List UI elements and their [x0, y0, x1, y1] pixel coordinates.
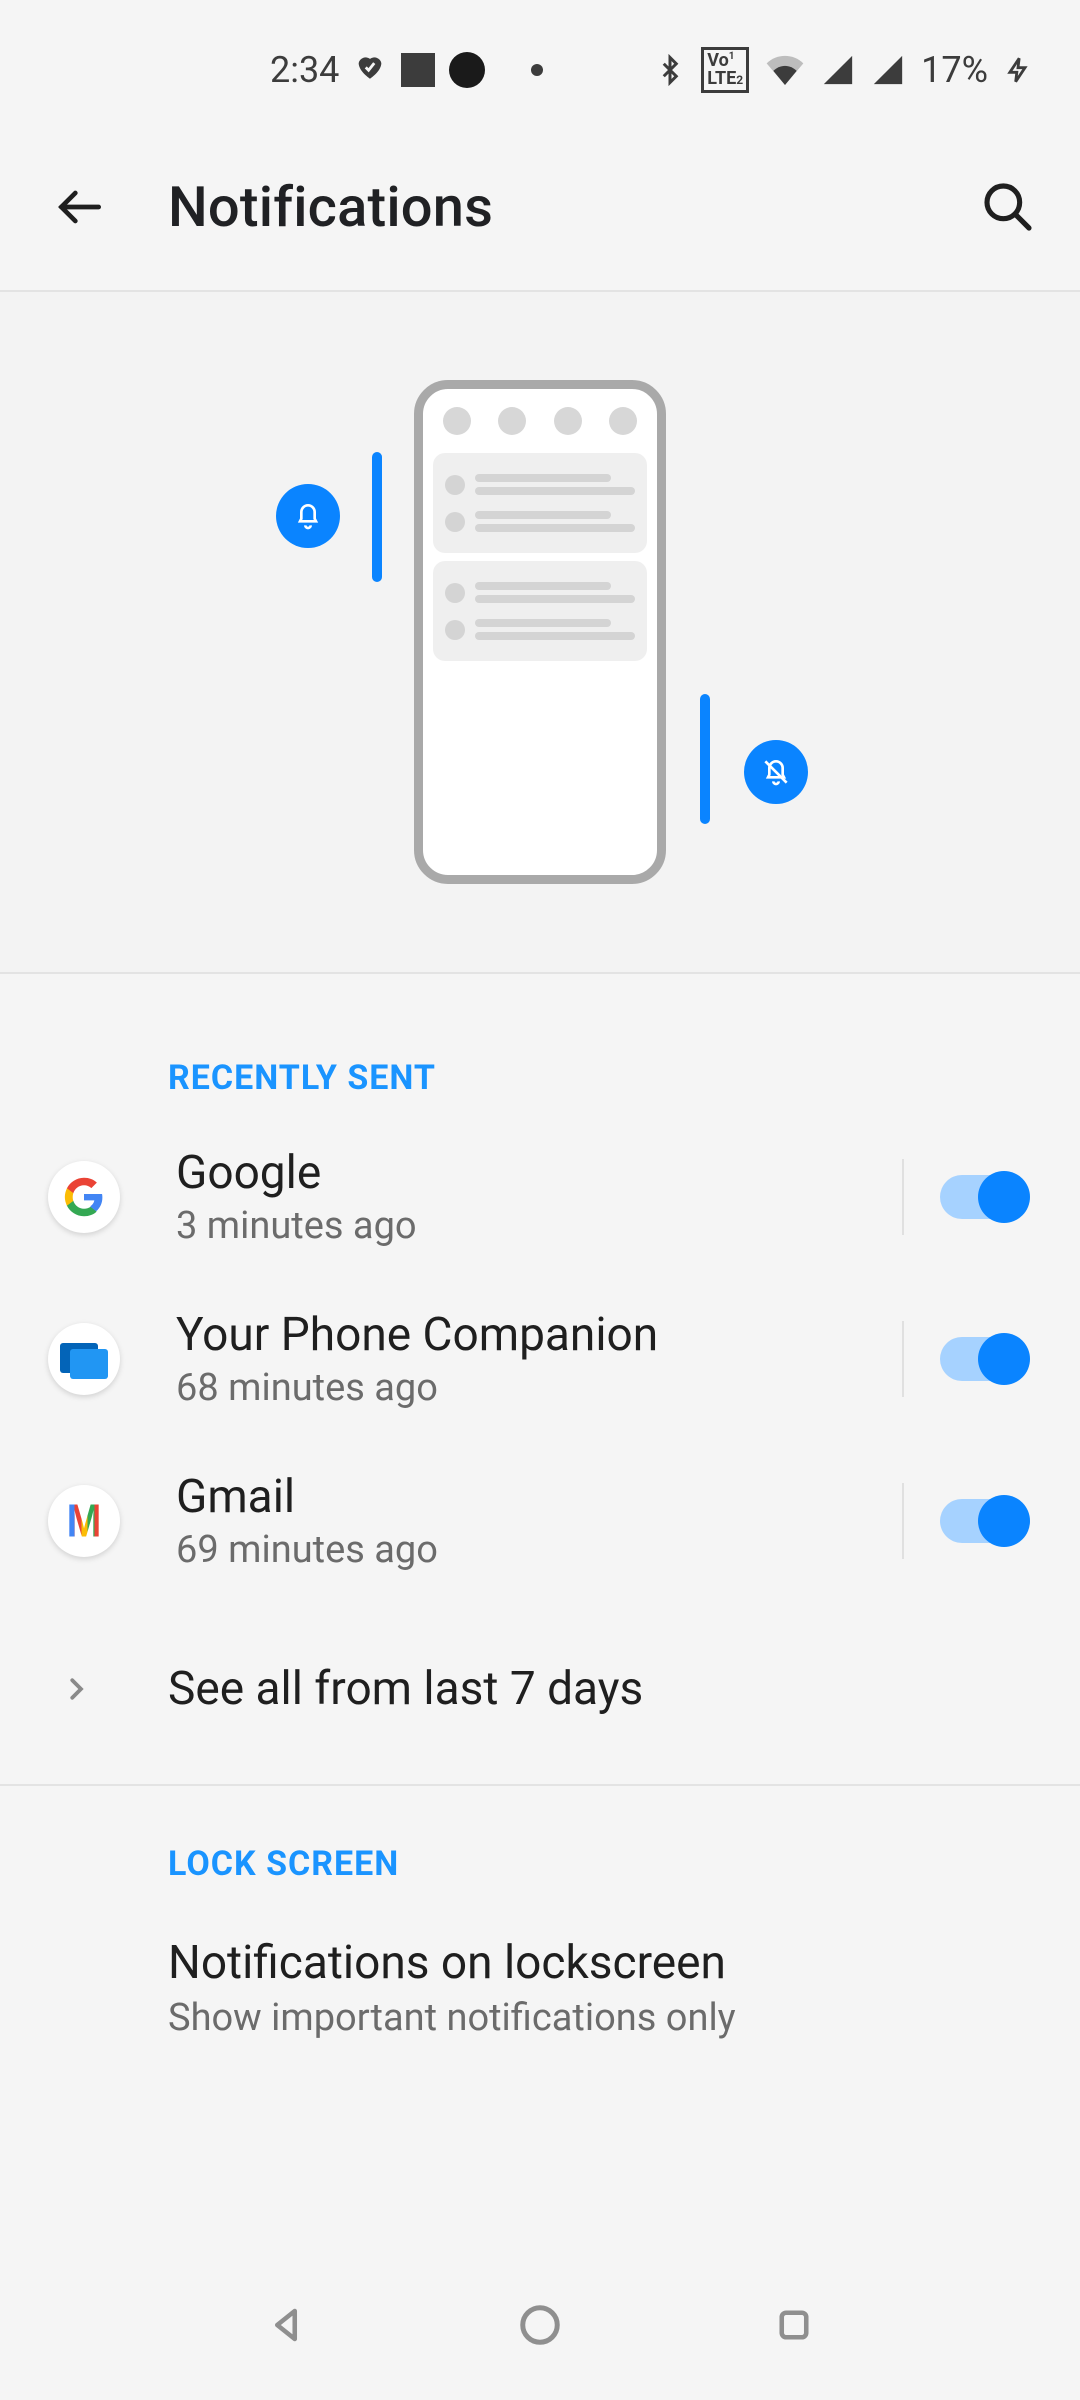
gmail-icon: M	[48, 1485, 120, 1557]
app-row-texts: Google 3 minutes ago	[176, 1146, 892, 1248]
lock-screen-notifications-row[interactable]: Notifications on lockscreen Show importa…	[0, 1902, 1080, 2070]
bluetooth-icon	[655, 50, 685, 90]
battery-percent: 17%	[921, 49, 988, 91]
app-row-sub: 69 minutes ago	[176, 1528, 892, 1572]
see-all-row[interactable]: See all from last 7 days	[0, 1602, 1080, 1780]
dot-big-icon	[449, 52, 485, 88]
indicator-right	[700, 694, 710, 824]
section-lock-screen: LOCK SCREEN	[0, 1786, 1080, 1902]
square-icon	[401, 53, 435, 87]
notification-illustration	[0, 292, 1080, 972]
chevron-right-icon	[56, 1669, 96, 1709]
status-left: 2:34	[270, 49, 543, 92]
indicator-left	[372, 452, 382, 582]
nav-back-button[interactable]	[254, 2293, 318, 2357]
toggle-gmail[interactable]	[940, 1499, 1026, 1543]
app-bar: Notifications	[0, 110, 1080, 290]
search-button[interactable]	[976, 175, 1040, 239]
status-bar: 2:34 Vo1LTE2 17%	[0, 0, 1080, 110]
app-row-gmail[interactable]: M Gmail 69 minutes ago	[0, 1440, 1080, 1602]
nav-recent-button[interactable]	[762, 2293, 826, 2357]
dot-small-icon	[531, 64, 543, 76]
system-nav-bar	[0, 2250, 1080, 2400]
signal-2-icon	[871, 53, 905, 87]
app-row-title: Gmail	[176, 1470, 892, 1524]
lock-screen-section: LOCK SCREEN Notifications on lockscreen …	[0, 1786, 1080, 2110]
bell-off-icon	[744, 740, 808, 804]
divider-vertical	[902, 1159, 904, 1235]
lock-row-sub: Show important notifications only	[168, 1996, 1040, 2040]
heart-icon	[353, 49, 387, 92]
charging-icon	[1004, 50, 1032, 90]
app-row-title: Your Phone Companion	[176, 1308, 892, 1362]
lte-icon: Vo1LTE2	[701, 47, 749, 93]
app-row-texts: Your Phone Companion 68 minutes ago	[176, 1308, 892, 1410]
divider-vertical	[902, 1483, 904, 1559]
section-recently-sent: RECENTLY SENT	[0, 974, 1080, 1116]
app-row-your-phone-companion[interactable]: Your Phone Companion 68 minutes ago	[0, 1278, 1080, 1440]
page-title: Notifications	[168, 174, 976, 240]
app-row-sub: 68 minutes ago	[176, 1366, 892, 1410]
phone-mockup	[414, 380, 666, 884]
google-icon	[48, 1161, 120, 1233]
signal-1-icon	[821, 53, 855, 87]
back-button[interactable]	[48, 175, 112, 239]
toggle-your-phone-companion[interactable]	[940, 1337, 1026, 1381]
lock-row-title: Notifications on lockscreen	[168, 1936, 1040, 1990]
nav-home-button[interactable]	[508, 2293, 572, 2357]
app-row-title: Google	[176, 1146, 892, 1200]
wifi-icon	[765, 53, 805, 87]
status-time: 2:34	[270, 49, 339, 91]
app-row-texts: Gmail 69 minutes ago	[176, 1470, 892, 1572]
app-row-google[interactable]: Google 3 minutes ago	[0, 1116, 1080, 1278]
bell-on-icon	[276, 484, 340, 548]
see-all-label: See all from last 7 days	[168, 1662, 643, 1716]
your-phone-companion-icon	[48, 1323, 120, 1395]
toggle-google[interactable]	[940, 1175, 1026, 1219]
status-right: Vo1LTE2 17%	[655, 47, 1032, 93]
divider-vertical	[902, 1321, 904, 1397]
app-row-sub: 3 minutes ago	[176, 1204, 892, 1248]
